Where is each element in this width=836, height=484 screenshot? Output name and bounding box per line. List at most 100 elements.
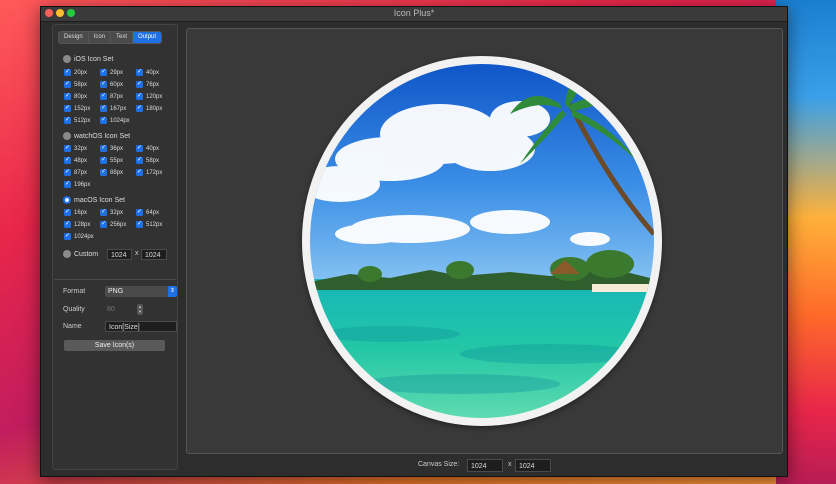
ios-size-checkbox[interactable]: ✓ 40px (136, 69, 159, 76)
checkmark-icon: ✓ (64, 69, 71, 76)
canvas-size-separator: x (508, 461, 512, 468)
ios-size-checkbox[interactable]: ✓ 180px (136, 105, 162, 112)
size-label: 172px (146, 169, 163, 176)
macos-size-checkbox[interactable]: ✓ 1024px (64, 233, 94, 240)
checkmark-icon: ✓ (100, 169, 107, 176)
ios-size-checkbox[interactable]: ✓ 167px (100, 105, 126, 112)
watchos-size-checkbox[interactable]: ✓ 172px (136, 169, 162, 176)
name-label: Name (63, 323, 82, 330)
canvas-size-label: Canvas Size: (418, 461, 460, 468)
watchos-size-checkbox[interactable]: ✓ 88px (100, 169, 123, 176)
macos-size-checkbox[interactable]: ✓ 16px (64, 209, 87, 216)
checkmark-icon: ✓ (64, 157, 71, 164)
checkmark-icon: ✓ (136, 69, 143, 76)
size-label: 256px (110, 221, 127, 228)
title-bar: Icon Plus* (41, 7, 787, 22)
checkmark-icon: ✓ (100, 105, 107, 112)
ios-size-checkbox[interactable]: ✓ 76px (136, 81, 159, 88)
checkmark-icon: ✓ (100, 157, 107, 164)
checkmark-icon: ✓ (100, 69, 107, 76)
checkmark-icon: ✓ (136, 145, 143, 152)
ios-size-checkbox[interactable]: ✓ 87px (100, 93, 123, 100)
format-label: Format (63, 288, 86, 295)
macos-size-checkbox[interactable]: ✓ 512px (136, 221, 162, 228)
checkmark-icon: ✓ (100, 221, 107, 228)
size-label: 36px (110, 145, 124, 152)
canvas-height-input[interactable]: 1024 (515, 459, 551, 472)
macos-size-checkbox[interactable]: ✓ 128px (64, 221, 90, 228)
checkmark-icon: ✓ (64, 145, 71, 152)
checkmark-icon: ✓ (136, 105, 143, 112)
canvas-width-input[interactable]: 1024 (467, 459, 503, 472)
checkmark-icon: ✓ (64, 93, 71, 100)
quality-stepper[interactable]: ▲ ▼ (137, 304, 143, 315)
ios-size-checkbox[interactable]: ✓ 29px (100, 69, 123, 76)
macos-size-checkbox[interactable]: ✓ 256px (100, 221, 126, 228)
tab-design[interactable]: Design (59, 32, 89, 43)
watchos-size-checkbox[interactable]: ✓ 48px (64, 157, 87, 164)
size-label: 16px (74, 209, 88, 216)
ios-size-checkbox[interactable]: ✓ 80px (64, 93, 87, 100)
size-label: 32px (74, 145, 88, 152)
watchos-size-checkbox[interactable]: ✓ 87px (64, 169, 87, 176)
quality-input[interactable]: 80 (107, 306, 115, 313)
tab-output[interactable]: Output (133, 32, 162, 43)
tab-icon[interactable]: Icon (88, 32, 112, 43)
macos-size-checkbox[interactable]: ✓ 32px (100, 209, 123, 216)
tab-text[interactable]: Text (111, 32, 134, 43)
canvas-area[interactable] (186, 28, 783, 454)
checkmark-icon: ✓ (136, 169, 143, 176)
save-icons-button[interactable]: Save Icon(s) (64, 340, 165, 351)
ios-icon-set-option[interactable]: iOS Icon Set (63, 55, 113, 63)
radio-off-icon (63, 55, 71, 63)
chevron-updown-icon: ⇕ (168, 286, 177, 297)
checkmark-icon: ✓ (64, 233, 71, 240)
ios-size-checkbox[interactable]: ✓ 60px (100, 81, 123, 88)
checkmark-icon: ✓ (100, 209, 107, 216)
ios-size-checkbox[interactable]: ✓ 152px (64, 105, 90, 112)
radio-off-icon (63, 132, 71, 140)
custom-width-input[interactable]: 1024 (107, 249, 132, 260)
format-select[interactable]: PNG ⇕ (105, 286, 177, 297)
watchos-size-checkbox[interactable]: ✓ 55px (100, 157, 123, 164)
watchos-size-checkbox[interactable]: ✓ 196px (64, 181, 90, 188)
ios-size-checkbox[interactable]: ✓ 120px (136, 93, 162, 100)
size-label: 40px (146, 145, 160, 152)
size-label: 58px (146, 157, 160, 164)
ios-size-checkbox[interactable]: ✓ 512px (64, 117, 90, 124)
size-label: 64px (146, 209, 160, 216)
ios-size-checkbox[interactable]: ✓ 20px (64, 69, 87, 76)
beach-photo (310, 64, 654, 418)
size-label: 48px (74, 157, 88, 164)
window-title: Icon Plus* (393, 8, 435, 18)
app-window: Icon Plus* Design Icon Text Output iOS I… (40, 6, 788, 477)
size-label: 1024px (74, 233, 94, 240)
size-label: 512px (146, 221, 163, 228)
macos-icon-set-option[interactable]: macOS Icon Set (63, 196, 125, 204)
checkmark-icon: ✓ (64, 81, 71, 88)
checkmark-icon: ✓ (64, 209, 71, 216)
size-label: 20px (74, 69, 88, 76)
tab-bar: Design Icon Text Output (58, 31, 163, 44)
section-divider (54, 279, 176, 280)
macos-size-checkbox[interactable]: ✓ 64px (136, 209, 159, 216)
checkmark-icon: ✓ (100, 81, 107, 88)
checkmark-icon: ✓ (136, 209, 143, 216)
size-label: 120px (146, 93, 163, 100)
icon-preview[interactable] (302, 56, 662, 426)
custom-height-input[interactable]: 1024 (141, 249, 167, 260)
ios-size-checkbox[interactable]: ✓ 58px (64, 81, 87, 88)
name-input[interactable]: Icon[Size] (105, 321, 177, 332)
ios-size-checkbox[interactable]: ✓ 1024px (100, 117, 130, 124)
watchos-icon-set-option[interactable]: watchOS Icon Set (63, 132, 130, 140)
watchos-size-checkbox[interactable]: ✓ 32px (64, 145, 87, 152)
watchos-size-checkbox[interactable]: ✓ 40px (136, 145, 159, 152)
sidebar-panel: Design Icon Text Output iOS Icon Set wat… (52, 24, 178, 470)
custom-size-option[interactable]: Custom (63, 250, 98, 258)
size-label: 1024px (110, 117, 130, 124)
custom-label: Custom (74, 250, 99, 258)
watchos-size-checkbox[interactable]: ✓ 36px (100, 145, 123, 152)
watchos-size-checkbox[interactable]: ✓ 58px (136, 157, 159, 164)
size-label: 55px (110, 157, 124, 164)
format-value: PNG (108, 288, 124, 295)
